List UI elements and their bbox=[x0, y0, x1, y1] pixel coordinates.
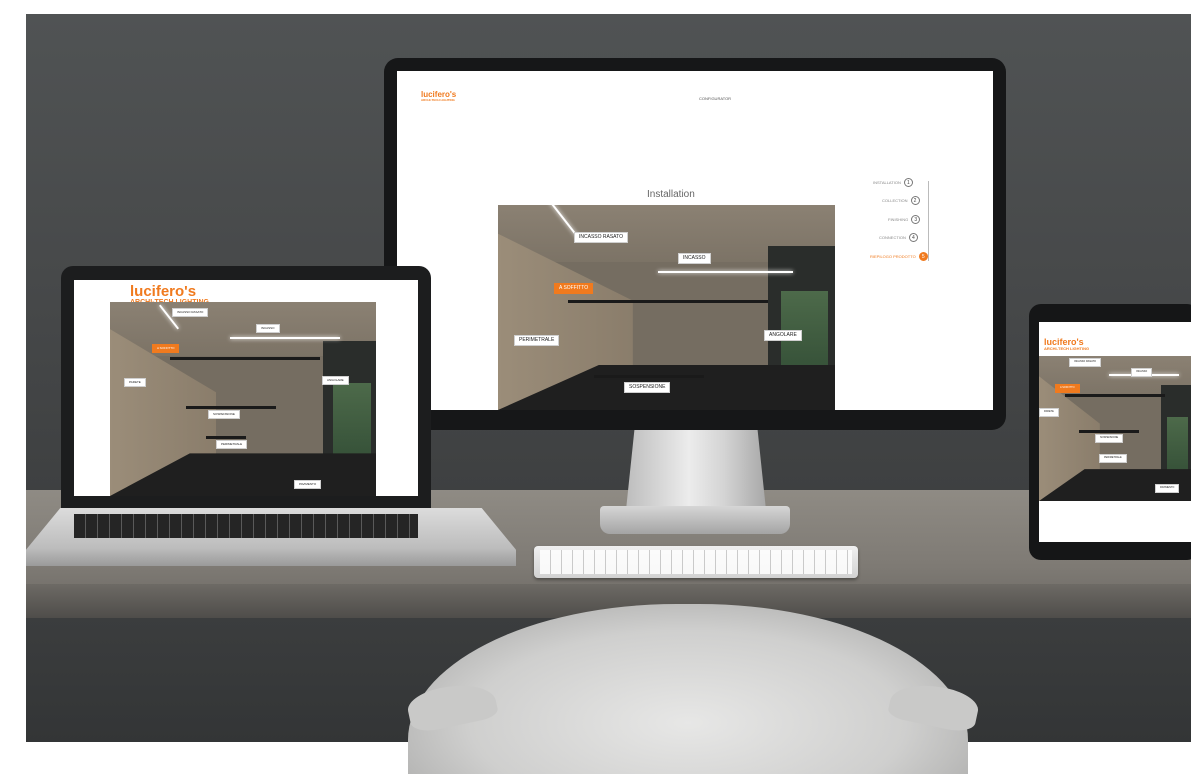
tag-angolare[interactable]: ANGOLARE bbox=[764, 330, 802, 341]
tablet-tag-incasso-rasato[interactable]: INCASSO RASATO bbox=[1069, 358, 1101, 367]
step-3-label: FINISHING bbox=[888, 217, 909, 222]
step-3-number: 3 bbox=[911, 215, 921, 224]
monitor-room-scene: INCASSO RASATO INCASSO A SOFFITTO PERIME… bbox=[498, 205, 835, 410]
keyboard-keys bbox=[540, 550, 852, 574]
step-5-label: RIEPILOGO PRODOTTO bbox=[870, 254, 916, 259]
tag-incasso[interactable]: INCASSO bbox=[678, 253, 711, 264]
monitor-screen: lucifero's ARCHI-TECH LIGHTING CONFIGURA… bbox=[397, 71, 993, 410]
tag-incasso-rasato[interactable]: INCASSO RASATO bbox=[574, 232, 628, 243]
laptop-tag-parete[interactable]: PARETE bbox=[124, 378, 146, 387]
tablet-tag-parete[interactable]: PARETE bbox=[1039, 408, 1059, 417]
laptop-tag-pavimento[interactable]: PAVIMENTO bbox=[294, 480, 322, 489]
tag-a-soffitto[interactable]: A SOFFITTO bbox=[554, 283, 594, 294]
tablet-logo-tagline: ARCHI-TECH LIGHTING bbox=[1044, 346, 1090, 351]
page-title: Installation bbox=[647, 189, 695, 200]
step-2-number: 2 bbox=[910, 196, 920, 205]
step-4-number: 4 bbox=[908, 233, 918, 242]
tablet-tag-incasso[interactable]: INCASSO bbox=[1131, 368, 1153, 377]
laptop-tag-a-soffitto[interactable]: A SOFFITTO bbox=[152, 344, 180, 353]
laptop-tag-angolare[interactable]: ANGOLARE bbox=[322, 376, 349, 385]
step-1-number: 1 bbox=[903, 178, 913, 187]
step-1-label: INSTALLATION bbox=[873, 180, 901, 185]
tablet-tag-perimetrale[interactable]: PERIMETRALE bbox=[1099, 454, 1127, 463]
step-3[interactable]: FINISHING 3 bbox=[888, 215, 921, 224]
tablet-tag-pavimento[interactable]: PAVIMENTO bbox=[1155, 484, 1180, 493]
laptop-logo-name: lucifero's bbox=[130, 283, 197, 300]
step-5-number: 5 bbox=[918, 252, 928, 261]
laptop-room-scene: INCASSO RASATO INCASSO A SOFFITTO PARETE… bbox=[110, 302, 376, 496]
step-1[interactable]: INSTALLATION 1 bbox=[873, 178, 913, 187]
monitor-logo[interactable]: lucifero's ARCHI-TECH LIGHTING bbox=[421, 91, 456, 102]
step-4-label: CONNECTION bbox=[879, 235, 906, 240]
laptop-screen: lucifero's ARCHI-TECH LIGHTING INCASSO R… bbox=[74, 280, 418, 496]
laptop-tag-sospensione[interactable]: SOSPENSIONE bbox=[208, 410, 240, 419]
steps-rail bbox=[928, 181, 929, 261]
tablet-screen: lucifero's ARCHI-TECH LIGHTING INCASSO R… bbox=[1039, 322, 1191, 542]
laptop-tag-incasso[interactable]: INCASSO bbox=[256, 324, 280, 333]
laptop-keyboard bbox=[74, 514, 418, 538]
step-2[interactable]: COLLECTION 2 bbox=[882, 196, 920, 205]
monitor-logo-tagline: ARCHI-TECH LIGHTING bbox=[421, 98, 455, 102]
laptop-tag-perimetrale[interactable]: PERIMETRALE bbox=[216, 440, 248, 449]
tablet-tag-a-soffitto[interactable]: A SOFFITTO bbox=[1055, 384, 1080, 393]
laptop-tag-incasso-rasato[interactable]: INCASSO RASATO bbox=[172, 308, 209, 317]
tablet-logo[interactable]: lucifero's ARCHI-TECH LIGHTING bbox=[1044, 338, 1089, 351]
tablet-tag-sospensione[interactable]: SOSPENSIONE bbox=[1095, 434, 1124, 443]
tag-perimetrale[interactable]: PERIMETRALE bbox=[514, 335, 560, 346]
monitor-base bbox=[600, 506, 790, 534]
step-2-label: COLLECTION bbox=[882, 198, 908, 203]
tablet-room-scene: INCASSO RASATO INCASSO A SOFFITTO PARETE… bbox=[1039, 356, 1191, 501]
monitor-stand bbox=[626, 430, 766, 510]
tag-sospensione[interactable]: SOSPENSIONE bbox=[624, 382, 671, 393]
nav-configurator[interactable]: CONFIGURATOR bbox=[699, 96, 731, 101]
step-5[interactable]: RIEPILOGO PRODOTTO 5 bbox=[870, 252, 928, 261]
step-4[interactable]: CONNECTION 4 bbox=[879, 233, 918, 242]
